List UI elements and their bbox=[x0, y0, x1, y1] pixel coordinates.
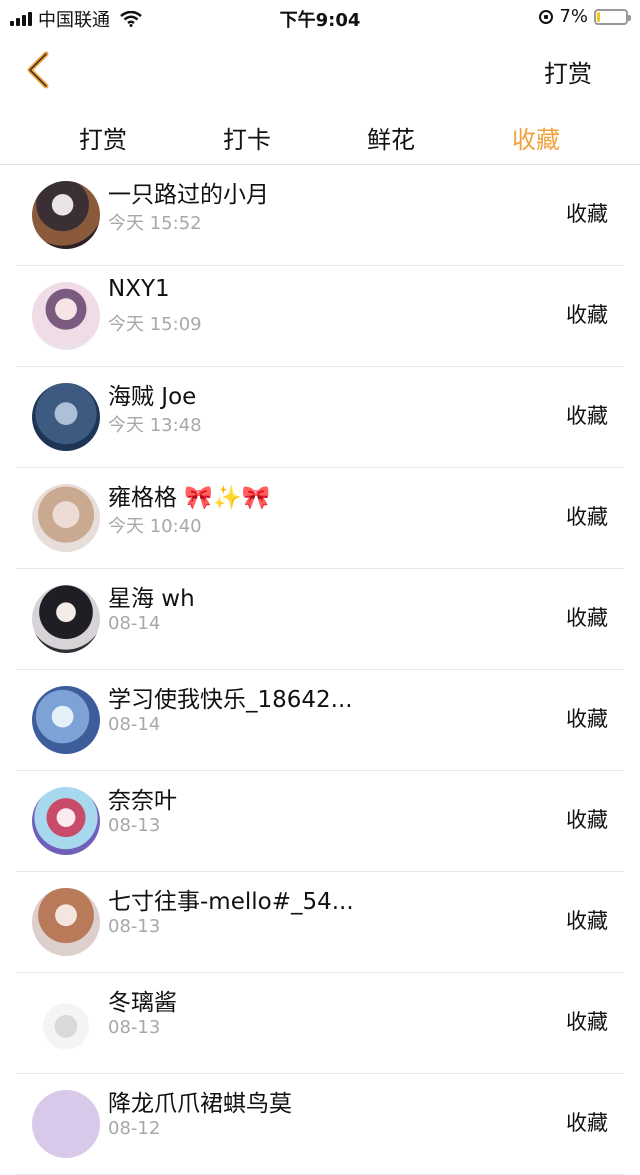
status-bar: 中国联通 下午9:04 7% bbox=[0, 0, 640, 34]
avatar bbox=[32, 383, 100, 451]
tab-reward[interactable]: 打赏 bbox=[43, 120, 163, 155]
user-name: 冬璃酱 bbox=[108, 990, 177, 1016]
user-name: 学习使我快乐_18642... bbox=[108, 687, 353, 713]
battery-percent: 7% bbox=[559, 6, 588, 27]
avatar bbox=[32, 282, 100, 350]
reward-button[interactable]: 打赏 bbox=[544, 54, 592, 89]
action-label: 收藏 bbox=[566, 202, 608, 226]
action-label: 收藏 bbox=[566, 1010, 608, 1034]
avatar bbox=[32, 686, 100, 754]
timestamp: 08-13 bbox=[108, 1017, 161, 1038]
timestamp: 08-13 bbox=[108, 916, 161, 937]
action-label: 收藏 bbox=[566, 1111, 608, 1135]
status-right: 7% bbox=[539, 6, 631, 27]
battery-level bbox=[597, 11, 600, 22]
avatar bbox=[32, 585, 100, 653]
action-label: 收藏 bbox=[566, 707, 608, 731]
user-name: 奈奈叶 bbox=[108, 788, 177, 814]
timestamp: 今天 15:52 bbox=[108, 213, 202, 234]
list-item[interactable]: 降龙爪爪裙蜞鸟莫 08-12 收藏 bbox=[16, 1074, 624, 1175]
timestamp: 08-13 bbox=[108, 815, 161, 836]
tab-flowers[interactable]: 鲜花 bbox=[331, 120, 451, 155]
user-name: 一只路过的小月 bbox=[108, 182, 269, 208]
user-name: 七寸往事-mello#_54... bbox=[108, 889, 354, 915]
list-item[interactable]: 学习使我快乐_18642... 08-14 收藏 bbox=[16, 670, 624, 771]
avatar bbox=[32, 484, 100, 552]
action-label: 收藏 bbox=[566, 505, 608, 529]
tab-checkin[interactable]: 打卡 bbox=[187, 120, 307, 155]
timestamp: 今天 15:09 bbox=[108, 314, 202, 335]
list-item[interactable]: 奈奈叶 08-13 收藏 bbox=[16, 771, 624, 872]
action-label: 收藏 bbox=[566, 606, 608, 630]
battery-icon bbox=[594, 8, 631, 25]
action-label: 收藏 bbox=[566, 808, 608, 832]
back-chevron-icon[interactable] bbox=[20, 48, 60, 92]
timestamp: 08-14 bbox=[108, 613, 161, 634]
action-label: 收藏 bbox=[566, 404, 608, 428]
nav-bar: 打赏 bbox=[0, 34, 640, 106]
list-item[interactable]: 星海 wh 08-14 收藏 bbox=[16, 569, 624, 670]
list-item[interactable]: NXY1 今天 15:09 收藏 bbox=[16, 266, 624, 367]
timestamp: 今天 13:48 bbox=[108, 415, 202, 436]
action-label: 收藏 bbox=[566, 303, 608, 327]
action-label: 收藏 bbox=[566, 909, 608, 933]
user-name: 雍格格 🎀✨🎀 bbox=[108, 485, 271, 511]
avatar bbox=[32, 1090, 100, 1158]
favorites-list: 一只路过的小月 今天 15:52 收藏 NXY1 今天 15:09 收藏 海贼 … bbox=[16, 165, 624, 1175]
list-item[interactable]: 海贼 Joe 今天 13:48 收藏 bbox=[16, 367, 624, 468]
avatar bbox=[32, 989, 100, 1057]
avatar bbox=[32, 181, 100, 249]
list-item[interactable]: 七寸往事-mello#_54... 08-13 收藏 bbox=[16, 872, 624, 973]
list-item[interactable]: 雍格格 🎀✨🎀 今天 10:40 收藏 bbox=[16, 468, 624, 569]
list-item[interactable]: 一只路过的小月 今天 15:52 收藏 bbox=[16, 165, 624, 266]
user-name: 海贼 Joe bbox=[108, 384, 197, 410]
user-name: 降龙爪爪裙蜞鸟莫 bbox=[108, 1091, 292, 1117]
list-item[interactable]: 冬璃酱 08-13 收藏 bbox=[16, 973, 624, 1074]
tab-bar: 打赏 打卡 鲜花 收藏 bbox=[0, 106, 640, 165]
orientation-lock-icon bbox=[539, 9, 554, 24]
timestamp: 今天 10:40 bbox=[108, 516, 202, 537]
avatar bbox=[32, 888, 100, 956]
user-name: NXY1 bbox=[108, 276, 170, 302]
timestamp: 08-12 bbox=[108, 1118, 161, 1139]
timestamp: 08-14 bbox=[108, 714, 161, 735]
tab-favorites[interactable]: 收藏 bbox=[476, 120, 596, 155]
avatar bbox=[32, 787, 100, 855]
user-name: 星海 wh bbox=[108, 586, 195, 612]
